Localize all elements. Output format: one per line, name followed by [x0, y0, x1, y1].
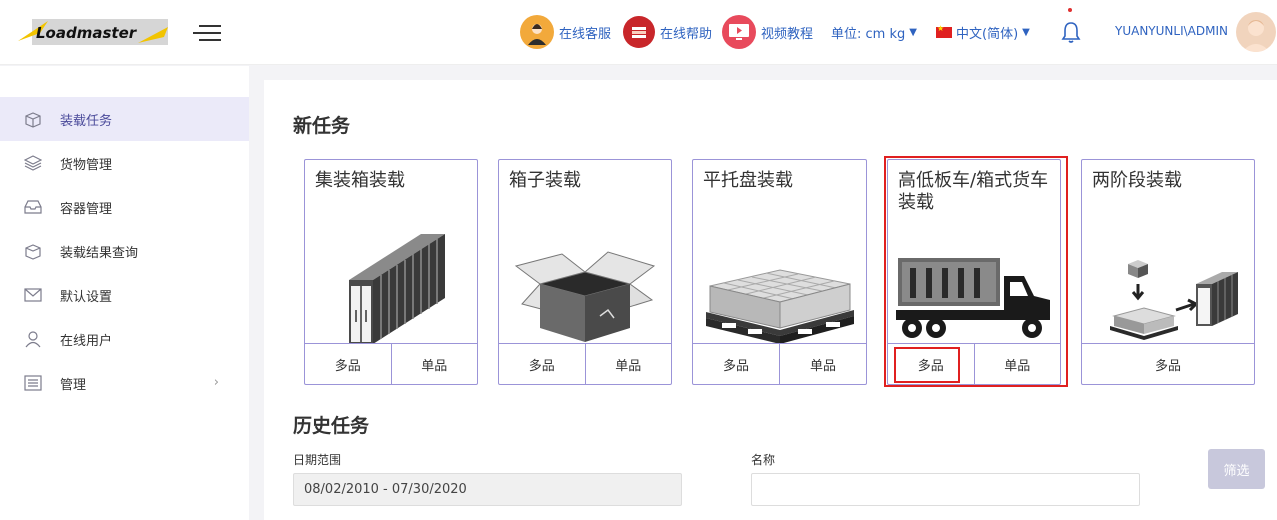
online-service-label: 在线客服 — [559, 26, 612, 42]
sidebar-item-management[interactable]: 管理 › — [0, 361, 249, 405]
multi-product-button[interactable]: 多品 — [499, 344, 585, 384]
single-product-button[interactable]: 单品 — [390, 344, 478, 384]
multi-product-button[interactable]: 多品 — [1082, 344, 1254, 384]
shipping-container-icon — [305, 220, 477, 344]
online-service-link[interactable]: 在线客服 — [520, 14, 611, 50]
card-footer: 多品 单品 — [499, 343, 671, 384]
units-label: 单位: cm kg — [831, 26, 906, 42]
units-dropdown[interactable]: 单位: cm kg ▼ — [831, 14, 917, 50]
sidebar-item-online-users[interactable]: 在线用户 — [0, 317, 249, 361]
pallet-icon — [693, 220, 866, 344]
chevron-down-icon: ▼ — [1022, 26, 1030, 38]
bell-icon[interactable] — [1060, 20, 1082, 44]
video-monitor-icon — [722, 15, 756, 49]
sidebar-item-label: 装载结果查询 — [60, 245, 139, 261]
online-help-link[interactable]: 在线帮助 — [623, 14, 712, 50]
name-label: 名称 — [751, 453, 776, 467]
language-dropdown[interactable]: 中文(简体) ▼ — [936, 14, 1030, 50]
svg-text:Loadmaster: Loadmaster — [36, 24, 138, 42]
card-container-loading: 集装箱装载 多品 单品 — [304, 159, 478, 385]
name-input[interactable] — [751, 473, 1140, 506]
inbox-icon — [23, 198, 43, 216]
box-icon — [23, 110, 43, 128]
single-product-button[interactable]: 单品 — [779, 344, 866, 384]
main-content: 新任务 集装箱装载 多品 单品 箱子装载 多品 单品 平托盘装载 多品 单品 高… — [264, 80, 1277, 520]
card-title: 两阶段装载 — [1092, 170, 1182, 191]
card-two-stage-loading: 两阶段装载 多品 — [1081, 159, 1255, 385]
user-name[interactable]: YUANYUNLI\ADMIN — [1115, 24, 1228, 38]
box-search-icon — [23, 242, 43, 260]
avatar[interactable] — [1236, 12, 1276, 52]
open-box-icon — [499, 220, 671, 344]
date-range-label: 日期范围 — [293, 453, 342, 467]
mail-icon — [23, 286, 43, 304]
single-product-button[interactable]: 单品 — [584, 344, 672, 384]
filter-button[interactable]: 筛选 — [1208, 449, 1265, 489]
card-footer: 多品 单品 — [305, 343, 477, 384]
sidebar-item-cargo[interactable]: 货物管理 — [0, 141, 249, 185]
card-pallet-loading: 平托盘装载 多品 单品 — [692, 159, 867, 385]
sidebar: 装载任务 货物管理 容器管理 装载结果查询 默认设置 在线用户 管理 › — [0, 66, 249, 520]
language-label: 中文(简体) — [956, 26, 1019, 42]
card-footer: 多品 — [1082, 343, 1254, 384]
new-task-title: 新任务 — [293, 115, 351, 137]
video-tutorial-link[interactable]: 视频教程 — [722, 14, 813, 50]
loadmaster-logo[interactable]: Loadmaster — [18, 17, 168, 47]
two-stage-loading-icon — [1082, 220, 1254, 344]
card-title: 集装箱装载 — [315, 170, 405, 191]
help-book-icon — [623, 16, 655, 48]
history-task-title: 历史任务 — [293, 415, 370, 437]
sidebar-item-label: 在线用户 — [60, 333, 113, 349]
customer-service-icon — [520, 15, 554, 49]
sidebar-item-label: 管理 — [60, 377, 87, 393]
sidebar-item-loading-tasks[interactable]: 装载任务 — [0, 97, 249, 141]
sidebar-item-results[interactable]: 装载结果查询 — [0, 229, 249, 273]
layers-icon — [23, 154, 43, 172]
single-product-button[interactable]: 单品 — [973, 344, 1061, 384]
card-title: 箱子装载 — [509, 170, 581, 191]
settings-icon — [23, 374, 43, 392]
sidebar-item-label: 容器管理 — [60, 201, 113, 217]
chevron-down-icon: ▼ — [909, 26, 917, 38]
chevron-right-icon: › — [213, 375, 219, 390]
card-footer: 多品 单品 — [888, 343, 1060, 384]
sidebar-item-label: 货物管理 — [60, 157, 113, 173]
top-header: Loadmaster 在线客服 在线帮助 视频教程 单位: cm kg ▼ 中文… — [0, 0, 1277, 65]
multi-product-button[interactable]: 多品 — [305, 344, 391, 384]
multi-product-button[interactable]: 多品 — [693, 344, 779, 384]
sidebar-item-label: 默认设置 — [60, 289, 113, 305]
truck-icon — [888, 220, 1060, 344]
card-box-loading: 箱子装载 多品 单品 — [498, 159, 672, 385]
sidebar-item-defaults[interactable]: 默认设置 — [0, 273, 249, 317]
card-title: 高低板车/箱式货车装载 — [898, 170, 1049, 213]
menu-toggle-button[interactable] — [193, 23, 221, 43]
card-title: 平托盘装载 — [703, 170, 793, 191]
sidebar-item-label: 装载任务 — [60, 113, 113, 129]
card-truck-loading: 高低板车/箱式货车装载 多品 单品 — [887, 159, 1061, 385]
date-range-input[interactable]: 08/02/2010 - 07/30/2020 — [293, 473, 682, 506]
card-footer: 多品 单品 — [693, 343, 866, 384]
china-flag-icon — [936, 24, 952, 38]
video-tutorial-label: 视频教程 — [761, 26, 814, 42]
notification-dot — [1068, 8, 1072, 12]
online-help-label: 在线帮助 — [660, 26, 713, 42]
multi-product-button[interactable]: 多品 — [888, 344, 974, 384]
sidebar-item-containers[interactable]: 容器管理 — [0, 185, 249, 229]
user-icon — [23, 330, 43, 348]
